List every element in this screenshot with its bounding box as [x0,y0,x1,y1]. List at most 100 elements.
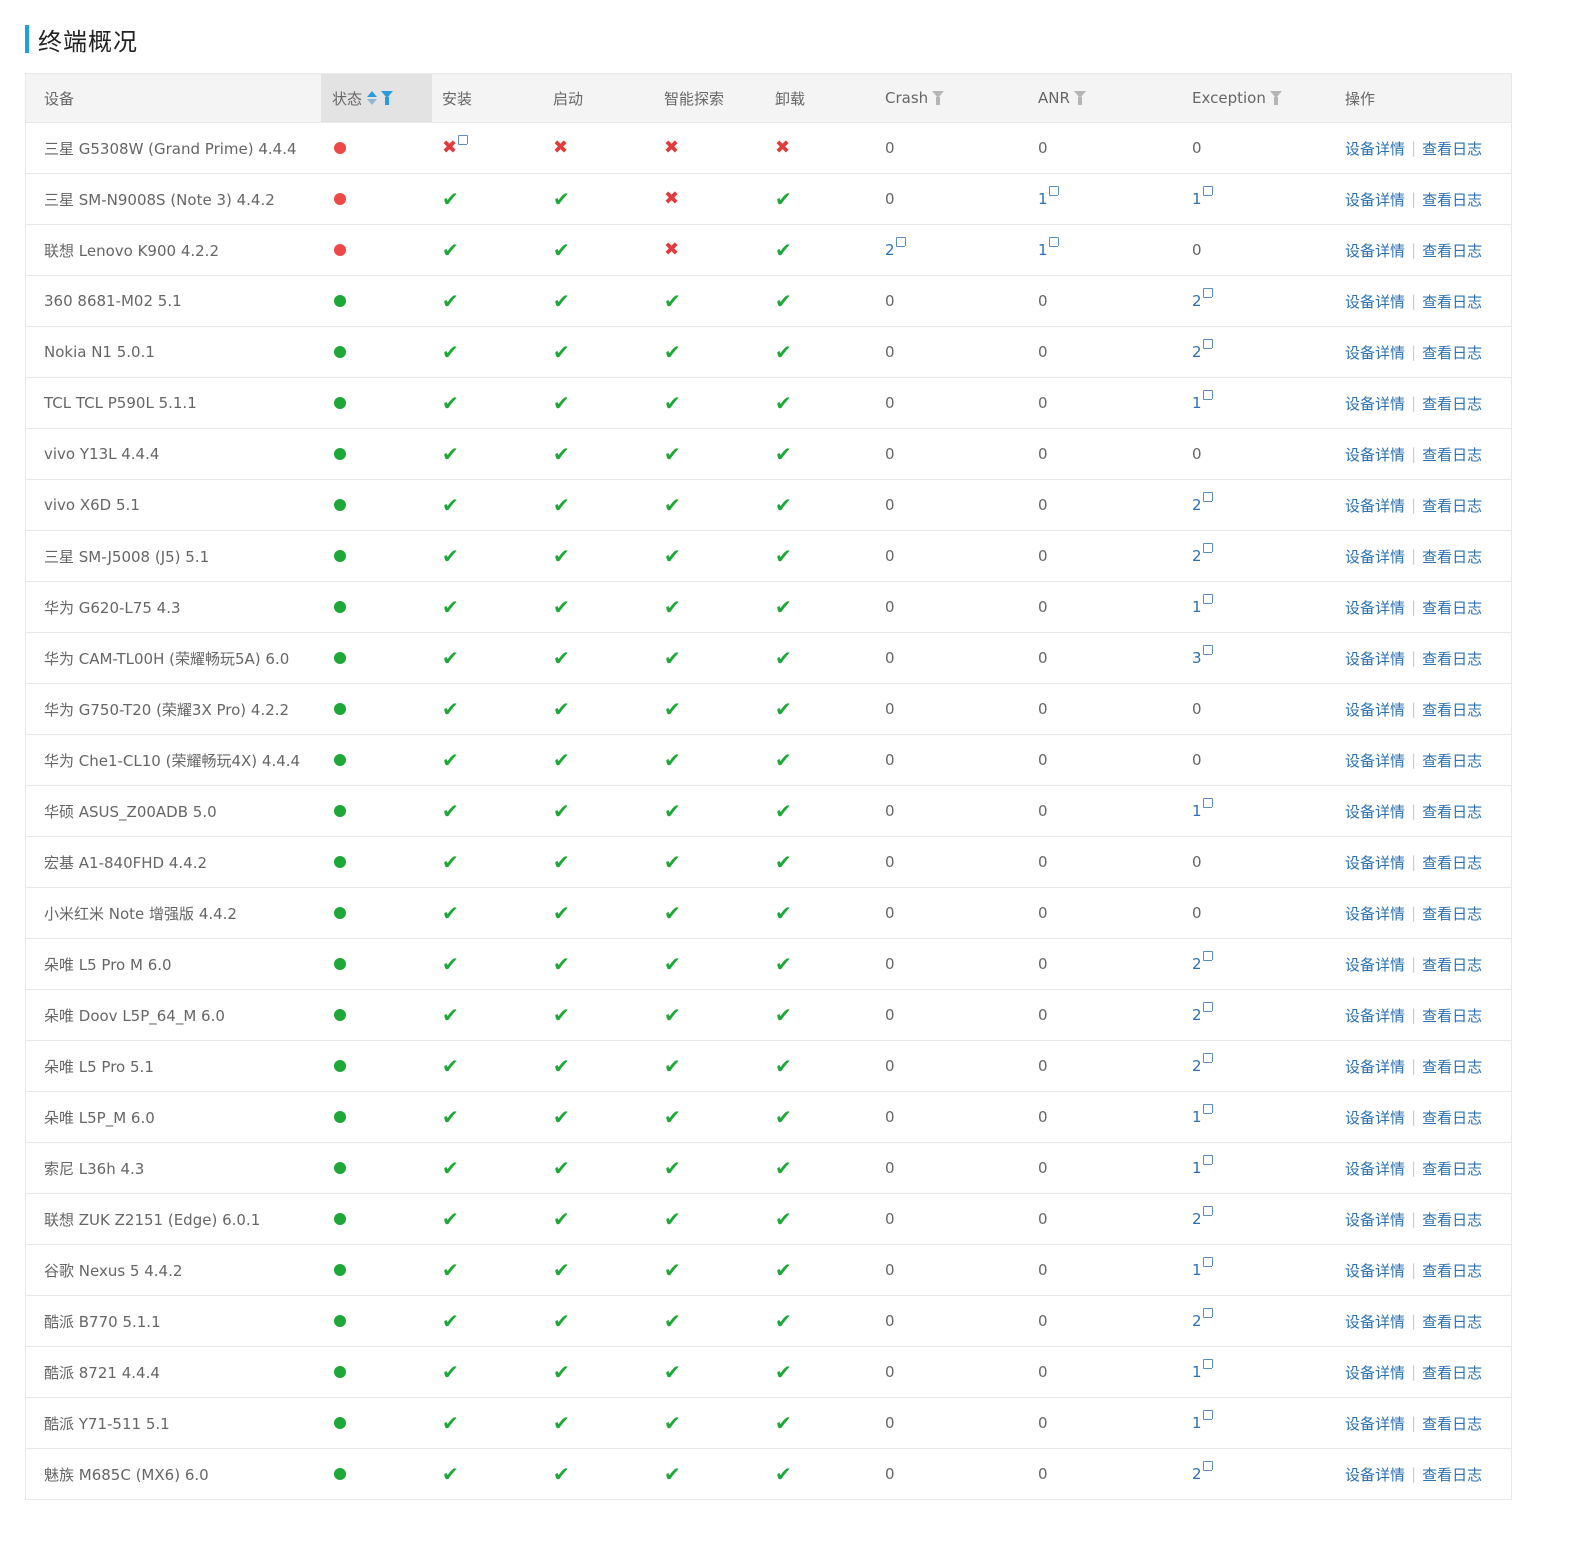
view-log-link[interactable]: 查看日志 [1422,1005,1482,1026]
exception-count[interactable]: 2 [1192,1006,1202,1024]
exception-count[interactable]: 2 [1192,292,1202,310]
view-log-link[interactable]: 查看日志 [1422,699,1482,720]
filter-icon[interactable] [1269,91,1282,105]
external-link-icon[interactable] [895,237,908,249]
view-log-link[interactable]: 查看日志 [1422,1056,1482,1077]
header-exception[interactable]: Exception [1192,74,1282,122]
external-link-icon[interactable] [1202,492,1215,504]
device-detail-link[interactable]: 设备详情 [1345,189,1405,210]
external-link-icon[interactable] [1202,1104,1215,1116]
external-link-icon[interactable] [1202,1053,1215,1065]
device-detail-link[interactable]: 设备详情 [1345,291,1405,312]
view-log-link[interactable]: 查看日志 [1422,138,1482,159]
view-log-link[interactable]: 查看日志 [1422,291,1482,312]
anr-count[interactable]: 1 [1038,190,1048,208]
device-detail-link[interactable]: 设备详情 [1345,138,1405,159]
cross-icon[interactable]: ✖ [442,139,457,157]
external-link-icon[interactable] [1202,288,1215,300]
device-detail-link[interactable]: 设备详情 [1345,699,1405,720]
exception-count[interactable]: 2 [1192,1210,1202,1228]
exception-count[interactable]: 2 [1192,1312,1202,1330]
view-log-link[interactable]: 查看日志 [1422,342,1482,363]
view-log-link[interactable]: 查看日志 [1422,546,1482,567]
exception-count[interactable]: 2 [1192,1465,1202,1483]
external-link-icon[interactable] [1202,543,1215,555]
device-detail-link[interactable]: 设备详情 [1345,393,1405,414]
external-link-icon[interactable] [1202,1410,1215,1422]
view-log-link[interactable]: 查看日志 [1422,1311,1482,1332]
device-detail-link[interactable]: 设备详情 [1345,1056,1405,1077]
view-log-link[interactable]: 查看日志 [1422,597,1482,618]
exception-count[interactable]: 1 [1192,1159,1202,1177]
view-log-link[interactable]: 查看日志 [1422,1158,1482,1179]
view-log-link[interactable]: 查看日志 [1422,393,1482,414]
device-detail-link[interactable]: 设备详情 [1345,1158,1405,1179]
device-detail-link[interactable]: 设备详情 [1345,801,1405,822]
device-detail-link[interactable]: 设备详情 [1345,240,1405,261]
device-detail-link[interactable]: 设备详情 [1345,852,1405,873]
external-link-icon[interactable] [1202,186,1215,198]
exception-count[interactable]: 1 [1192,802,1202,820]
view-log-link[interactable]: 查看日志 [1422,240,1482,261]
external-link-icon[interactable] [1202,1308,1215,1320]
view-log-link[interactable]: 查看日志 [1422,903,1482,924]
sort-icon[interactable] [367,91,378,105]
external-link-icon[interactable] [1202,951,1215,963]
view-log-link[interactable]: 查看日志 [1422,954,1482,975]
external-link-icon[interactable] [1202,1002,1215,1014]
view-log-link[interactable]: 查看日志 [1422,648,1482,669]
exception-count[interactable]: 2 [1192,955,1202,973]
external-link-icon[interactable] [1202,798,1215,810]
view-log-link[interactable]: 查看日志 [1422,750,1482,771]
view-log-link[interactable]: 查看日志 [1422,1209,1482,1230]
external-link-icon[interactable] [1202,594,1215,606]
external-link-icon[interactable] [1202,390,1215,402]
filter-icon[interactable] [381,91,394,105]
exception-count[interactable]: 1 [1192,190,1202,208]
view-log-link[interactable]: 查看日志 [1422,495,1482,516]
device-detail-link[interactable]: 设备详情 [1345,597,1405,618]
header-crash[interactable]: Crash [885,74,945,122]
view-log-link[interactable]: 查看日志 [1422,189,1482,210]
exception-count[interactable]: 2 [1192,547,1202,565]
external-link-icon[interactable] [1202,645,1215,657]
device-detail-link[interactable]: 设备详情 [1345,1362,1405,1383]
exception-count[interactable]: 1 [1192,394,1202,412]
device-detail-link[interactable]: 设备详情 [1345,1260,1405,1281]
filter-icon[interactable] [932,91,945,105]
external-link-icon[interactable] [1202,1257,1215,1269]
exception-count[interactable]: 1 [1192,1108,1202,1126]
external-link-icon[interactable] [1202,1359,1215,1371]
device-detail-link[interactable]: 设备详情 [1345,1413,1405,1434]
view-log-link[interactable]: 查看日志 [1422,1464,1482,1485]
crash-count[interactable]: 2 [885,241,895,259]
external-link-icon[interactable] [1048,237,1061,249]
exception-count[interactable]: 1 [1192,1261,1202,1279]
device-detail-link[interactable]: 设备详情 [1345,546,1405,567]
exception-count[interactable]: 1 [1192,1363,1202,1381]
exception-count[interactable]: 2 [1192,496,1202,514]
external-link-icon[interactable] [1048,186,1061,198]
device-detail-link[interactable]: 设备详情 [1345,1464,1405,1485]
device-detail-link[interactable]: 设备详情 [1345,1209,1405,1230]
view-log-link[interactable]: 查看日志 [1422,852,1482,873]
view-log-link[interactable]: 查看日志 [1422,801,1482,822]
header-anr[interactable]: ANR [1038,74,1086,122]
view-log-link[interactable]: 查看日志 [1422,1362,1482,1383]
device-detail-link[interactable]: 设备详情 [1345,495,1405,516]
external-link-icon[interactable] [1202,1206,1215,1218]
device-detail-link[interactable]: 设备详情 [1345,954,1405,975]
device-detail-link[interactable]: 设备详情 [1345,1311,1405,1332]
view-log-link[interactable]: 查看日志 [1422,444,1482,465]
device-detail-link[interactable]: 设备详情 [1345,1005,1405,1026]
device-detail-link[interactable]: 设备详情 [1345,750,1405,771]
exception-count[interactable]: 1 [1192,598,1202,616]
external-link-icon[interactable] [1202,1461,1215,1473]
device-detail-link[interactable]: 设备详情 [1345,903,1405,924]
header-status[interactable]: 状态 [332,74,394,122]
external-link-icon[interactable] [1202,1155,1215,1167]
exception-count[interactable]: 2 [1192,1057,1202,1075]
filter-icon[interactable] [1073,91,1086,105]
device-detail-link[interactable]: 设备详情 [1345,1107,1405,1128]
device-detail-link[interactable]: 设备详情 [1345,648,1405,669]
